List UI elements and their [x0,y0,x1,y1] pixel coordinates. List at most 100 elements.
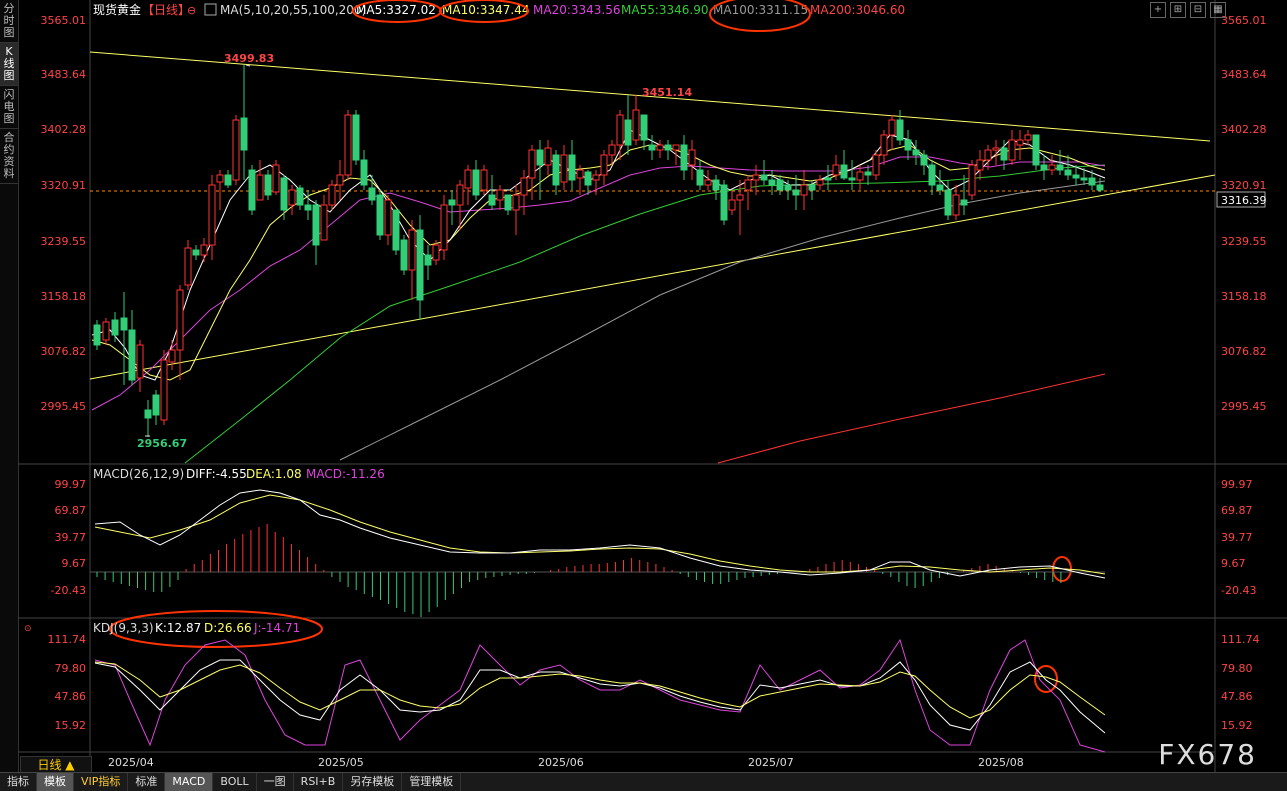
price-tick-right: 3483.64 [1221,68,1267,81]
candle-body [1080,177,1088,181]
kdj-axis-left: 111.74 79.80 47.86 15.92 [48,633,87,732]
candle-body [544,147,552,166]
candle-body [416,229,424,301]
candle-body [336,174,344,186]
price-tick-right: 3402.28 [1221,123,1267,136]
candle-body [192,249,200,256]
window-controls: + ⊞ ⊟ ▦ [1150,2,1226,18]
bottom-tab-one-chart[interactable]: 一图 [257,773,294,791]
highlight-circle-kdj-cross [1034,665,1058,693]
kdj-settings-icon[interactable]: ⊙ [24,624,32,634]
bottom-tab-rsi-b[interactable]: RSI+B [294,773,344,791]
candle-body [776,179,784,191]
candle-body [704,179,712,186]
bottom-tab-manage-template[interactable]: 管理模板 [402,773,462,791]
candle-body [384,199,392,236]
candle-body [102,321,110,341]
candle-body [424,254,432,266]
candle-body [592,174,600,181]
candle-body [880,134,888,156]
candle-body [664,144,672,151]
chart-canvas[interactable]: 现货黄金 【日线】 ⊖ MA(5,10,20,55,100,200) MA5:3… [0,0,1287,772]
candle-body [808,184,816,191]
candle-body [152,394,160,416]
ma-value-label: MA10:3347.44 [442,3,530,17]
candle-body [864,171,872,176]
lock-icon[interactable]: ⊖ [187,4,196,17]
ma-params: MA(5,10,20,55,100,200) [220,3,366,17]
kdj-tick-right: 15.92 [1221,719,1253,732]
bottom-tab-macd[interactable]: MACD [165,773,214,791]
candle-body [520,177,528,196]
bottom-tab-indicators[interactable]: 指标 [0,773,37,791]
candle-body [936,184,944,191]
candle-body [736,194,744,201]
candle-body [824,177,832,181]
bottom-tab-boll[interactable]: BOLL [213,773,257,791]
time-label: 2025/04 [108,756,154,769]
candle-body [392,209,400,251]
candle-body [968,164,976,196]
candle-body [480,169,488,191]
crosshair-icon[interactable]: + [1150,2,1166,18]
price-tick-right: 3565.01 [1221,14,1267,27]
candle-body [1072,174,1080,179]
candle-body [272,164,280,193]
kdj-tick-right: 111.74 [1221,633,1260,646]
ma-value-label: MA100:3311.15 [713,3,808,17]
candle-body [128,329,136,381]
time-axis: 2025/04 2025/05 2025/06 2025/07 2025/08 [108,756,1024,769]
ma-value-label: MA20:3343.56 [533,3,621,17]
ma-setting-icon[interactable] [204,3,217,16]
macd-tick-right: -20.43 [1221,584,1256,597]
candle-body [111,319,119,336]
price-tick-left: 3483.64 [41,68,87,81]
candle-body [280,177,288,211]
candle-body [288,189,296,206]
kdj-k-line [94,659,1106,734]
candle-body [952,194,960,216]
bottom-tab-template[interactable]: 模板 [37,773,74,791]
high-price-label: 3499.83 [224,52,274,65]
candle-body [672,144,680,151]
candle-body [472,169,480,196]
candle-body [168,349,176,363]
period-label: 【日线】 [142,3,190,17]
candle-body [400,239,408,271]
bottom-tab-save-template[interactable]: 另存模板 [343,773,403,791]
layout-icon[interactable]: ▦ [1210,2,1226,18]
kdj-j: J:-14.71 [253,621,300,635]
mid-high-price-label: 3451.14 [642,86,692,99]
candle-body [752,174,760,181]
candle-body [712,179,720,191]
price-tick-right: 3320.91 [1221,179,1267,192]
candle-body [720,184,728,221]
candle-body [224,174,232,186]
candle-body [328,184,336,206]
macd-tick-left: 99.97 [55,478,87,491]
lower-trendline [89,174,1216,380]
ma-value-label: MA5:3327.02 [356,3,436,17]
candle-body [368,187,376,201]
candle-body [576,169,584,179]
macd-tick-left: 39.77 [55,531,87,544]
bottom-tab-vip-indicators[interactable]: VIP指标 [74,773,129,791]
candle-body [840,164,848,179]
macd-tick-left: 69.87 [55,504,87,517]
low-price-label: 2956.67 [137,437,187,450]
price-tick-left: 3158.18 [41,290,87,303]
candle-body [344,114,352,176]
candle-body [352,114,360,161]
candle-body [584,171,592,186]
zoom-out-icon[interactable]: ⊟ [1190,2,1206,18]
candle-body [320,204,328,241]
zoom-in-icon[interactable]: ⊞ [1170,2,1186,18]
candle-body [1024,134,1032,141]
bottom-tab-standard[interactable]: 标准 [128,773,166,791]
candle-body [528,149,536,179]
candle-body [832,164,840,176]
price-tick-left: 3565.01 [41,14,87,27]
candle-body [296,187,304,206]
candle-body [240,117,248,151]
candle-body [728,199,736,211]
